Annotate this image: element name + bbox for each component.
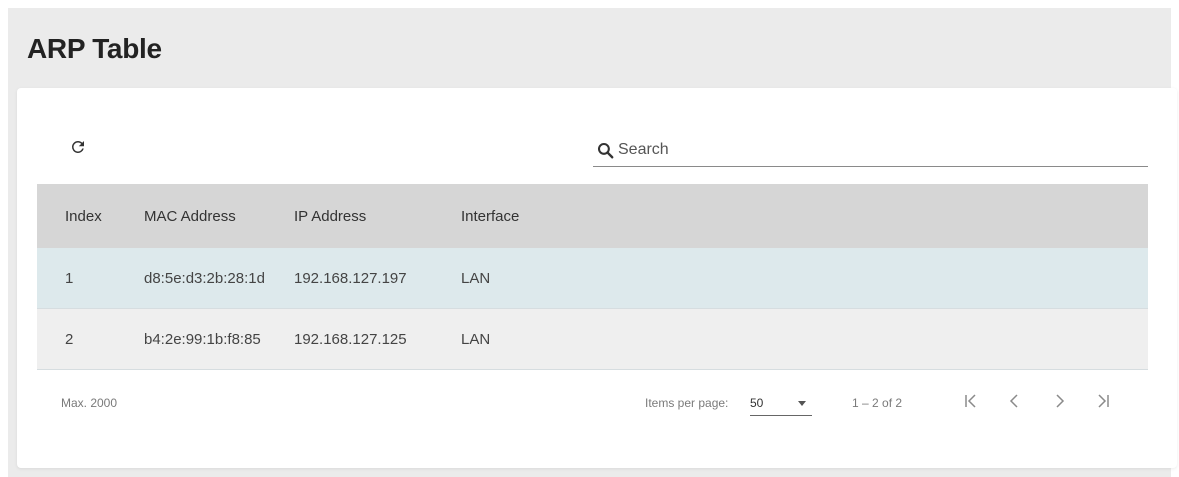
cell-mac-address: b4:2e:99:1b:f8:85: [144, 330, 261, 348]
search-field[interactable]: [593, 134, 1148, 167]
cell-interface: LAN: [461, 269, 491, 287]
column-header-interface[interactable]: Interface: [461, 208, 661, 225]
cell-interface: LAN: [461, 330, 491, 348]
table-row[interactable]: 1 d8:5e:d3:2b:28:1d 192.168.127.197 LAN: [37, 248, 1148, 309]
cell-ip-address: 192.168.127.197: [294, 269, 407, 287]
table-row[interactable]: 2 b4:2e:99:1b:f8:85 192.168.127.125 LAN: [37, 309, 1148, 370]
table-footer: Max. 2000 Items per page: 50 1 – 2 of 2: [37, 369, 1148, 435]
first-page-icon: [963, 393, 979, 412]
arp-table-card: Index MAC Address IP Address Interface 1…: [17, 88, 1177, 468]
next-page-button[interactable]: [1045, 387, 1073, 417]
refresh-button[interactable]: [65, 136, 91, 162]
previous-page-button[interactable]: [1001, 387, 1029, 417]
table-header-row: Index MAC Address IP Address Interface: [37, 184, 1148, 248]
search-input[interactable]: [618, 141, 1118, 159]
refresh-icon: [69, 138, 87, 161]
search-icon: [596, 140, 616, 160]
cell-mac-address: d8:5e:d3:2b:28:1d: [144, 269, 265, 287]
items-per-page-select[interactable]: 50: [750, 389, 812, 416]
next-page-icon: [1051, 393, 1067, 412]
previous-page-icon: [1007, 393, 1023, 412]
cell-index: 2: [65, 330, 74, 348]
arp-table: Index MAC Address IP Address Interface 1…: [37, 184, 1148, 370]
column-header-ip-address[interactable]: IP Address: [294, 208, 461, 225]
column-header-index[interactable]: Index: [37, 208, 144, 225]
last-page-button[interactable]: [1089, 387, 1117, 417]
column-header-mac-address[interactable]: MAC Address: [144, 208, 294, 225]
last-page-icon: [1095, 393, 1111, 412]
page-title: ARP Table: [27, 33, 162, 64]
pagination-range-label: 1 – 2 of 2: [852, 396, 903, 410]
items-per-page-value: 50: [750, 396, 764, 410]
max-entries-label: Max. 2000: [61, 396, 118, 410]
cell-index: 1: [65, 269, 74, 287]
cell-ip-address: 192.168.127.125: [294, 330, 407, 348]
items-per-page-label: Items per page:: [645, 396, 729, 410]
first-page-button[interactable]: [957, 387, 985, 417]
dropdown-arrow-icon: [798, 401, 806, 406]
